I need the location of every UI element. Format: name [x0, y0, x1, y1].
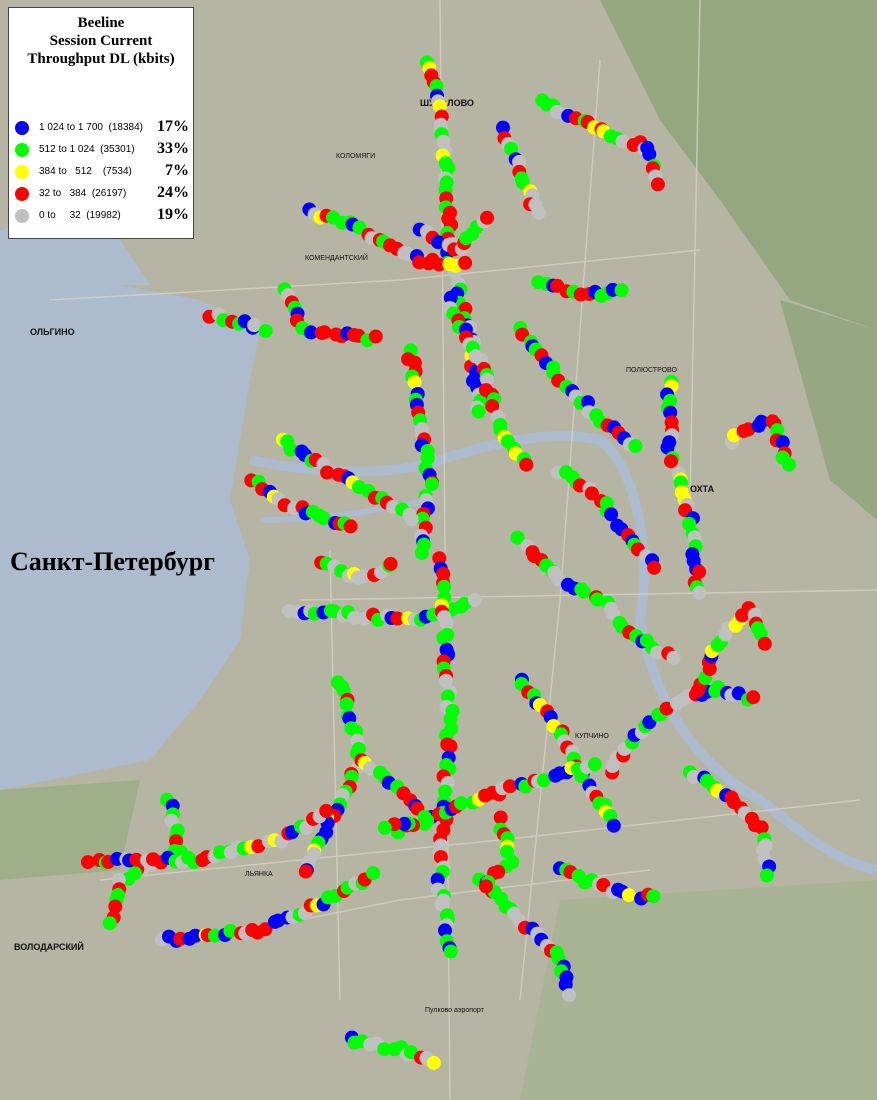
measurement-dot — [614, 283, 629, 298]
place-label-volodarsky: ВОЛОДАРСКИЙ — [14, 941, 84, 952]
measurement-dot — [759, 868, 774, 883]
measurement-dot — [404, 512, 419, 527]
legend-range: 0 to 32 (19982) — [39, 210, 121, 221]
legend-percent: 7% — [165, 162, 189, 179]
measurement-dot — [562, 988, 576, 1003]
measurement-dot — [519, 457, 534, 472]
measurement-dot — [298, 864, 313, 879]
measurement-dot — [628, 439, 643, 454]
measurement-dot — [646, 889, 661, 904]
legend-range: 512 to 1 024 (35301) — [39, 144, 135, 155]
place-label-kolomyagi: КОЛОМЯГИ — [336, 153, 375, 160]
measurement-dot — [339, 697, 354, 711]
measurement-dot — [319, 803, 334, 818]
map-legend: Beeline Session Current Throughput DL (k… — [8, 7, 194, 239]
measurement-dot — [757, 636, 772, 651]
measurement-dot — [383, 556, 398, 571]
measurement-dot — [407, 375, 422, 390]
city-label: Санкт-Петербург — [10, 547, 215, 576]
measurement-dot — [664, 454, 678, 469]
place-label-okhta: ОХТА — [690, 484, 715, 494]
measurement-dot — [666, 650, 681, 665]
measurement-dot — [467, 592, 482, 607]
legend-range: 32 to 384 (26197) — [39, 188, 127, 199]
measurement-dot — [647, 560, 662, 575]
measurement-dot — [576, 584, 591, 599]
measurement-dot — [366, 866, 381, 881]
measurement-dot — [343, 519, 358, 534]
legend-swatch-red — [15, 187, 29, 201]
measurement-dot — [480, 210, 494, 225]
legend-swatch-green — [15, 143, 29, 157]
place-label-shuvalovo: ШУВАЛОВО — [420, 98, 474, 108]
legend-percent: 19% — [157, 206, 189, 223]
legend-title: Beeline Session Current Throughput DL (k… — [9, 14, 193, 68]
measurement-dot — [621, 888, 636, 903]
legend-row-5: 0 to 32 (19982) 19% — [15, 206, 189, 226]
measurement-dot — [368, 329, 383, 344]
measurement-dot — [317, 325, 332, 340]
legend-range: 1 024 to 1 700 (18384) — [39, 122, 143, 133]
legend-range: 384 to 512 (7534) — [39, 166, 132, 177]
measurement-dot — [650, 177, 665, 192]
legend-title-line-3: Throughput DL (kbits) — [27, 51, 175, 67]
measurement-dot — [426, 1055, 441, 1070]
legend-swatch-yellow — [15, 165, 29, 179]
measurement-dot — [532, 205, 546, 220]
place-label-polyustrovo: ПОЛЮСТРОВО — [626, 367, 677, 374]
measurement-dot — [471, 404, 486, 419]
measurement-dot — [502, 779, 517, 794]
measurement-dot — [436, 630, 451, 645]
legend-title-line-1: Beeline — [77, 15, 125, 31]
measurement-dot — [102, 916, 117, 931]
measurement-dot — [258, 324, 273, 339]
legend-row-2: 512 to 1 024 (35301) 33% — [15, 140, 189, 160]
measurement-dot — [415, 545, 429, 560]
legend-row-4: 32 to 384 (26197) 24% — [15, 184, 189, 204]
measurement-dot — [754, 820, 769, 835]
place-label-olgino: ОЛЬГИНО — [30, 327, 75, 337]
measurement-dot — [606, 818, 621, 833]
place-label-komendantsky: КОМЕНДАНТСКИЙ — [305, 253, 368, 262]
measurement-dot — [692, 585, 707, 600]
measurement-dot — [782, 457, 796, 472]
legend-row-3: 384 to 512 (7534) 7% — [15, 162, 189, 182]
legend-title-line-2: Session Current — [49, 33, 153, 49]
place-label-pulkovo: Пулково аэропорт — [425, 1007, 485, 1014]
measurement-dot — [587, 757, 602, 772]
measurement-dot — [377, 820, 392, 835]
legend-swatch-grey — [15, 209, 29, 223]
measurement-dot — [746, 690, 761, 705]
place-label-lyanka: ЛЬЯНКА — [245, 871, 273, 878]
legend-percent: 33% — [157, 140, 189, 157]
legend-percent: 17% — [157, 118, 189, 135]
measurement-dot — [458, 255, 473, 270]
place-label-kupchino: КУПЧИНО — [575, 733, 609, 740]
measurement-dot — [443, 944, 458, 959]
measurement-dot — [493, 810, 508, 825]
legend-swatch-blue — [15, 121, 29, 135]
measurement-dot — [424, 477, 439, 492]
measurement-dot — [479, 879, 493, 894]
legend-percent: 24% — [157, 184, 189, 201]
legend-row-1: 1 024 to 1 700 (18384) 17% — [15, 118, 189, 138]
